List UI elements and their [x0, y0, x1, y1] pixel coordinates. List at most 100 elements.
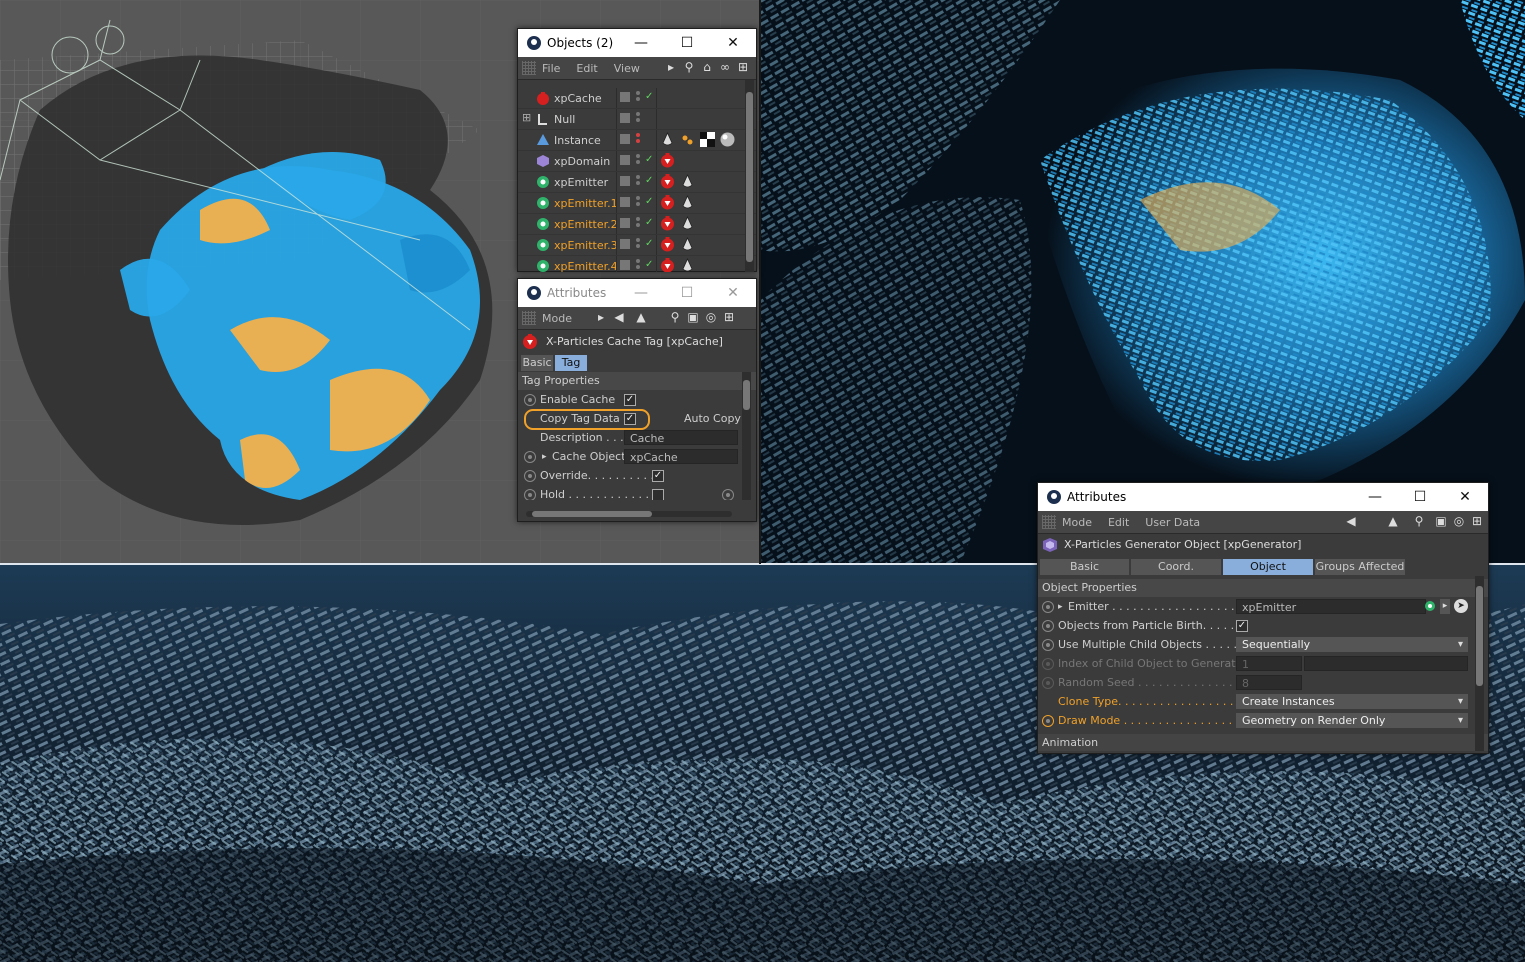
- search-icon[interactable]: ⚲: [1412, 514, 1426, 528]
- object-name[interactable]: xpEmitter.1: [554, 197, 618, 210]
- enabled-check-icon[interactable]: ✓: [645, 259, 653, 270]
- maximize-icon[interactable]: ☐: [664, 29, 710, 57]
- visibility-dots-icon[interactable]: [636, 154, 641, 167]
- maximize-icon[interactable]: ☐: [1397, 483, 1443, 511]
- attributes-window-2-titlebar[interactable]: Attributes — ☐ ✕: [1038, 483, 1488, 511]
- objects-window-titlebar[interactable]: Objects (2) — ☐ ✕: [518, 29, 756, 57]
- enabled-check-icon[interactable]: ✓: [645, 217, 653, 228]
- attributes-2-scrollbar[interactable]: [1475, 576, 1484, 751]
- description-field[interactable]: Cache: [624, 430, 738, 445]
- section-animation[interactable]: Animation: [1038, 734, 1488, 751]
- object-row[interactable]: xpEmitter.3 ✓: [518, 235, 756, 256]
- checker-material-icon[interactable]: [700, 132, 715, 147]
- object-row[interactable]: xpEmitter.4 ✓: [518, 256, 756, 272]
- visibility-dots-icon[interactable]: [636, 133, 641, 146]
- minimize-icon[interactable]: —: [618, 29, 664, 57]
- layer-icon[interactable]: [620, 113, 630, 123]
- layer-icon[interactable]: [620, 197, 630, 207]
- search-icon[interactable]: ⚲: [668, 310, 682, 324]
- attributes-1-scrollbar[interactable]: [742, 372, 751, 500]
- target-icon[interactable]: ◎: [704, 310, 718, 324]
- dots-tag-icon[interactable]: [680, 132, 695, 147]
- enable-cache-checkbox[interactable]: ✓: [624, 394, 636, 406]
- home-icon[interactable]: ⌂: [700, 60, 714, 74]
- tab-tag[interactable]: Tag: [555, 355, 587, 371]
- lock-icon[interactable]: ▣: [1434, 514, 1448, 528]
- menu-edit[interactable]: Edit: [576, 62, 597, 75]
- menu-file[interactable]: File: [542, 62, 560, 75]
- visibility-dots-icon[interactable]: [636, 217, 641, 230]
- expand-arrow-icon[interactable]: ▸: [1058, 602, 1063, 612]
- enabled-check-icon[interactable]: ✓: [645, 196, 653, 207]
- animate-radio[interactable]: [1042, 639, 1054, 651]
- attributes-1-hscrollbar[interactable]: [526, 511, 732, 517]
- arrow-right-icon[interactable]: ▸: [594, 310, 608, 324]
- link-icon[interactable]: ∞: [718, 60, 732, 74]
- drop-tag-icon[interactable]: [680, 216, 695, 231]
- drop-tag-icon[interactable]: [680, 258, 695, 272]
- object-name[interactable]: xpEmitter.4: [554, 260, 618, 273]
- enabled-check-icon[interactable]: ✓: [645, 91, 653, 102]
- animate-radio[interactable]: [1042, 601, 1054, 613]
- grip-icon[interactable]: [1042, 515, 1056, 529]
- object-row[interactable]: xpEmitter.1 ✓: [518, 193, 756, 214]
- xp-cache-tag-icon[interactable]: [660, 216, 675, 231]
- lock-icon[interactable]: ▣: [686, 310, 700, 324]
- visibility-dots-icon[interactable]: [636, 91, 641, 104]
- menu-user-data[interactable]: User Data: [1145, 516, 1200, 529]
- up-arrow-icon[interactable]: ▲: [634, 310, 648, 324]
- object-row[interactable]: Instance: [518, 130, 756, 151]
- objects-window[interactable]: Objects (2) — ☐ ✕ File Edit View ▸ ⚲ ⌂ ∞…: [517, 28, 757, 272]
- pick-object-icon[interactable]: ➤: [1454, 599, 1468, 613]
- object-name[interactable]: xpCache: [554, 92, 602, 105]
- target-icon[interactable]: ◎: [1452, 514, 1466, 528]
- object-list[interactable]: xpCache ✓ ⊞ Null Instance xpDomain ✓ xpEmitter ✓…: [518, 80, 756, 272]
- tab-basic[interactable]: Basic: [521, 355, 553, 371]
- new-panel-icon[interactable]: ⊞: [1470, 514, 1484, 528]
- xp-cache-tag-icon[interactable]: [660, 174, 675, 189]
- object-row[interactable]: xpEmitter.2 ✓: [518, 214, 756, 235]
- expand-icon[interactable]: ⊞: [522, 111, 531, 124]
- animate-radio[interactable]: [524, 451, 536, 463]
- maximize-icon[interactable]: ☐: [664, 279, 710, 307]
- attributes-window-1-titlebar[interactable]: Attributes — ☐ ✕: [518, 279, 756, 307]
- menu-edit[interactable]: Edit: [1108, 516, 1129, 529]
- layer-icon[interactable]: [620, 176, 630, 186]
- object-name[interactable]: xpEmitter.2: [554, 218, 618, 231]
- back-arrow-icon[interactable]: ◀: [612, 310, 626, 324]
- cache-object-link-field[interactable]: xpCache: [624, 449, 738, 464]
- visibility-dots-icon[interactable]: [636, 112, 641, 125]
- visibility-dots-icon[interactable]: [636, 259, 641, 272]
- tab-object[interactable]: Object: [1223, 559, 1313, 575]
- copy-tag-data-checkbox[interactable]: ✓: [624, 413, 636, 425]
- xp-cache-tag-icon[interactable]: [660, 195, 675, 210]
- override-checkbox[interactable]: ✓: [652, 470, 664, 482]
- tab-basic[interactable]: Basic: [1040, 559, 1129, 575]
- animate-radio[interactable]: [524, 394, 536, 406]
- close-icon[interactable]: ✕: [1442, 483, 1488, 511]
- tab-coord[interactable]: Coord.: [1131, 559, 1221, 575]
- minimize-icon[interactable]: —: [1352, 483, 1398, 511]
- new-panel-icon[interactable]: ⊞: [722, 310, 736, 324]
- grip-icon[interactable]: [522, 311, 536, 325]
- objects-from-birth-checkbox[interactable]: ✓: [1236, 620, 1248, 632]
- object-row[interactable]: xpCache ✓: [518, 88, 756, 109]
- grip-icon[interactable]: [522, 61, 536, 75]
- clone-type-dropdown[interactable]: Create Instances: [1236, 694, 1468, 709]
- object-name[interactable]: Null: [554, 113, 575, 126]
- visibility-dots-icon[interactable]: [636, 238, 641, 251]
- animate-radio[interactable]: [524, 470, 536, 482]
- animate-radio[interactable]: [1042, 620, 1054, 632]
- use-multiple-dropdown[interactable]: Sequentially: [1236, 637, 1468, 652]
- menu-mode[interactable]: Mode: [542, 312, 572, 325]
- object-name[interactable]: Instance: [554, 134, 601, 147]
- visibility-dots-icon[interactable]: [636, 175, 641, 188]
- drop-tag-icon[interactable]: [680, 174, 695, 189]
- object-row[interactable]: xpDomain ✓: [518, 151, 756, 172]
- attributes-window-cache-tag[interactable]: Attributes — ☐ ✕ Mode ▸ ◀ ▲ ⚲ ▣ ◎ ⊞ X-Pa…: [517, 278, 757, 522]
- animate-radio[interactable]: [1042, 715, 1054, 727]
- drop-tag-icon[interactable]: [680, 237, 695, 252]
- object-name[interactable]: xpEmitter.3: [554, 239, 618, 252]
- expand-arrow-icon[interactable]: ▸: [542, 452, 547, 462]
- objects-scrollbar[interactable]: [745, 80, 754, 272]
